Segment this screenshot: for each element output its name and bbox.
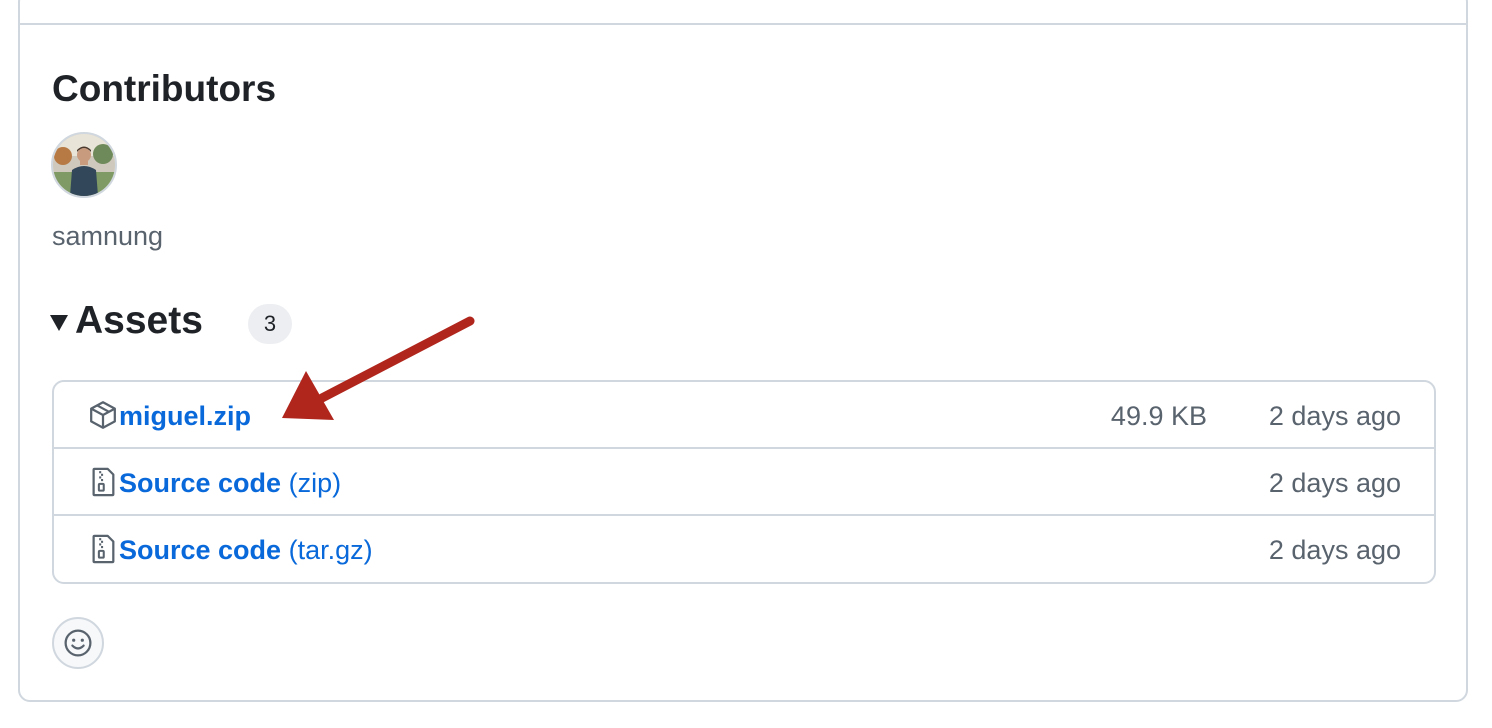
smiley-icon: [64, 629, 92, 657]
asset-row: Source code (zip) 2 days ago: [54, 449, 1434, 516]
asset-download-link[interactable]: miguel.zip: [119, 399, 251, 433]
contributors-heading: Contributors: [52, 68, 277, 109]
asset-name: Source code: [119, 535, 282, 565]
section-divider: [18, 23, 1468, 25]
package-icon: [90, 401, 116, 429]
contributor-name[interactable]: samnung: [52, 219, 163, 253]
asset-row: Source code (tar.gz) 2 days ago: [54, 516, 1434, 582]
source-code-zip-link[interactable]: Source code (zip): [119, 466, 341, 500]
asset-size: 49.9 KB: [1110, 401, 1207, 431]
asset-timestamp: 2 days ago: [1268, 468, 1401, 498]
caret-down-icon: [50, 315, 68, 331]
assets-heading: Assets: [75, 299, 203, 342]
asset-row: miguel.zip 49.9 KB 2 days ago: [54, 382, 1434, 449]
assets-toggle[interactable]: Assets: [50, 295, 203, 347]
contributor-avatar[interactable]: [51, 132, 117, 198]
asset-name: Source code: [119, 468, 282, 498]
asset-list: miguel.zip 49.9 KB 2 days ago Source cod…: [52, 380, 1436, 584]
asset-format: (zip): [288, 468, 342, 498]
asset-timestamp: 2 days ago: [1268, 535, 1401, 565]
add-reaction-button[interactable]: [52, 617, 104, 669]
asset-timestamp: 2 days ago: [1268, 401, 1401, 431]
asset-name: miguel.zip: [119, 401, 252, 431]
source-code-targz-link[interactable]: Source code (tar.gz): [119, 533, 373, 567]
file-zip-icon: [92, 467, 115, 497]
asset-format: (tar.gz): [288, 535, 373, 565]
file-zip-icon: [92, 534, 115, 564]
assets-count-badge: 3: [248, 304, 292, 344]
avatar-photo: [53, 134, 115, 196]
